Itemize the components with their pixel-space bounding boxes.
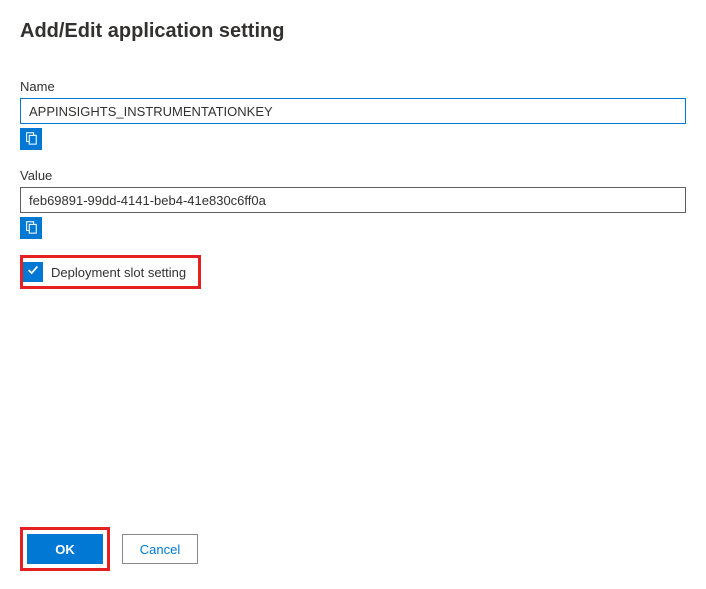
value-field-group: Value [20, 168, 686, 239]
copy-name-button[interactable] [20, 128, 42, 150]
ok-button[interactable]: OK [27, 534, 103, 564]
copy-value-button[interactable] [20, 217, 42, 239]
checkbox-box [23, 262, 43, 282]
ok-highlight: OK [20, 527, 110, 571]
deployment-slot-label: Deployment slot setting [51, 265, 192, 280]
name-label: Name [20, 79, 686, 94]
deployment-slot-checkbox[interactable]: Deployment slot setting [20, 255, 201, 289]
copy-icon [24, 220, 38, 237]
cancel-button[interactable]: Cancel [122, 534, 198, 564]
dialog-header: Add/Edit application setting [20, 20, 686, 43]
check-icon [26, 263, 40, 282]
dialog-footer: OK Cancel [20, 527, 198, 571]
value-input[interactable] [20, 187, 686, 213]
name-input[interactable] [20, 98, 686, 124]
value-label: Value [20, 168, 686, 183]
name-field-group: Name [20, 79, 686, 150]
dialog-title: Add/Edit application setting [20, 20, 284, 43]
close-button[interactable] [682, 20, 686, 40]
copy-icon [24, 131, 38, 148]
